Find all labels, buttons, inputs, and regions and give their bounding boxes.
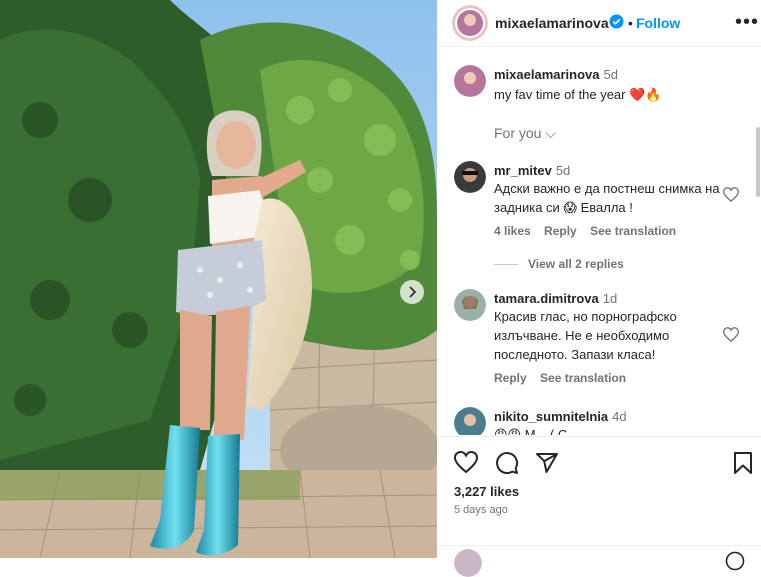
- share-icon[interactable]: [535, 451, 559, 480]
- post-image: [0, 0, 437, 558]
- comment-username[interactable]: tamara.dimitrova 1d: [494, 291, 617, 306]
- viewer-avatar: [454, 549, 482, 577]
- comment-username[interactable]: nikito_sumnitelnia 4d: [494, 409, 627, 424]
- comment-time: 4d: [612, 409, 627, 424]
- author-avatar-small[interactable]: [454, 65, 486, 97]
- separator-dot: •: [628, 15, 633, 31]
- for-you-selector[interactable]: For you ⌵: [494, 125, 556, 142]
- comment-meta: 4 likes Reply See translation: [494, 224, 686, 238]
- comment-time: 5d: [555, 163, 571, 178]
- like-heart-icon[interactable]: [453, 450, 479, 478]
- post-header: mixaelamarinova • Follow •••: [437, 0, 761, 47]
- comment-time: 1d: [602, 291, 618, 306]
- like-comment-heart-icon[interactable]: [722, 327, 740, 347]
- caption-username[interactable]: mixaelamarinova 5d: [494, 67, 618, 82]
- commenter-avatar[interactable]: [454, 161, 486, 193]
- comment-likes[interactable]: 4 likes: [494, 224, 531, 238]
- more-options-icon[interactable]: •••: [735, 12, 759, 32]
- comment-text: Красив глас, но порнографско излъчване. …: [494, 309, 677, 362]
- follow-button[interactable]: Follow: [636, 15, 680, 31]
- see-translation-link[interactable]: See translation: [590, 224, 676, 238]
- post-side-panel: mixaelamarinova • Follow ••• mixaelamari…: [437, 0, 761, 577]
- author-username[interactable]: mixaelamarinova: [495, 15, 609, 31]
- comment-icon[interactable]: [495, 451, 519, 480]
- post-actions: 3,227 likes 5 days ago: [437, 436, 761, 577]
- comment-text: Адски важно е да постнеш снимка на задни…: [494, 181, 720, 215]
- commenter-avatar[interactable]: [454, 407, 486, 435]
- post-photo[interactable]: [0, 0, 437, 558]
- reply-button[interactable]: Reply: [544, 224, 577, 238]
- like-comment-heart-icon[interactable]: [722, 187, 740, 207]
- view-replies-link[interactable]: View all 2 replies: [494, 257, 624, 271]
- likes-count[interactable]: 3,227 likes: [454, 484, 519, 499]
- comments-scrollbar[interactable]: [756, 127, 760, 197]
- bookmark-icon[interactable]: [733, 451, 753, 480]
- chevron-right-icon: [409, 286, 417, 298]
- comments-list[interactable]: mixaelamarinova 5d my fav time of the yea…: [437, 47, 761, 435]
- verified-badge-icon: [609, 14, 624, 34]
- comment-username[interactable]: mr_mitev 5d: [494, 163, 570, 178]
- caption-time: 5d: [603, 67, 618, 82]
- see-translation-link[interactable]: See translation: [540, 371, 626, 385]
- carousel-next-button[interactable]: [400, 280, 424, 304]
- caption-text: my fav time of the year ❤️🔥: [494, 87, 662, 102]
- post-timestamp: 5 days ago: [454, 504, 508, 516]
- commenter-avatar[interactable]: [454, 289, 486, 321]
- author-avatar[interactable]: [452, 5, 488, 41]
- replies-divider: [494, 264, 518, 266]
- emoji-icon[interactable]: [725, 551, 745, 576]
- comment-meta: Reply See translation: [494, 371, 636, 385]
- comment-text: 😡😡 М... ( С...: [494, 427, 579, 435]
- reply-button[interactable]: Reply: [494, 371, 527, 385]
